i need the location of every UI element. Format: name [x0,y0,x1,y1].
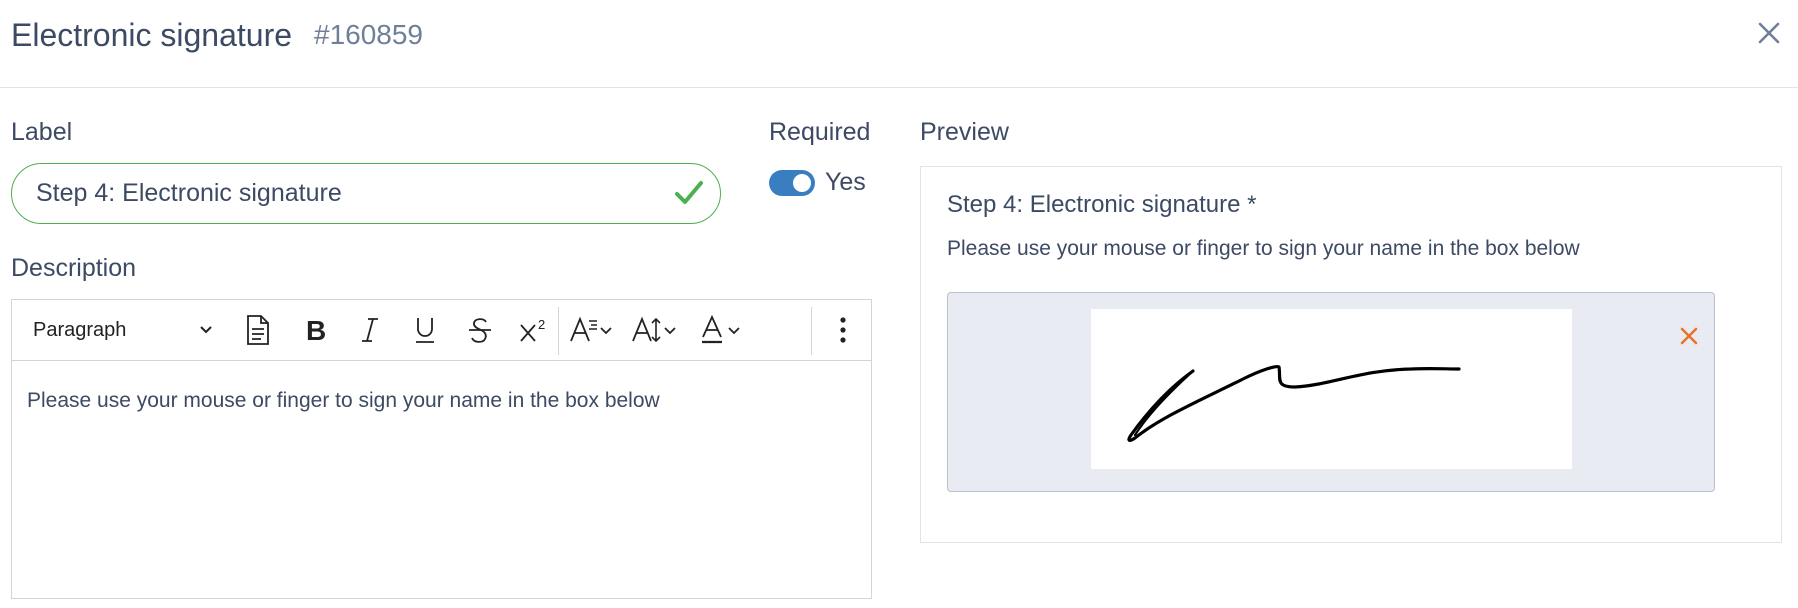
required-toggle[interactable] [769,170,815,196]
text-color-icon[interactable] [700,310,750,350]
document-icon[interactable] [238,310,278,350]
chevron-down-icon [200,326,212,334]
label-field [11,163,721,224]
block-format-select[interactable]: Paragraph [21,310,221,350]
block-format-value: Paragraph [33,318,127,341]
signature-canvas[interactable] [1091,309,1572,469]
preview-field-title: Step 4: Electronic signature * [947,191,1257,218]
editor-toolbar: Paragraph B 2 [12,300,871,361]
italic-icon[interactable] [350,310,390,350]
strikethrough-icon[interactable] [460,310,500,350]
text-style-icon[interactable] [568,310,618,350]
modal-title: Electronic signature [11,17,293,53]
ticket-id: #160859 [314,19,424,50]
bold-icon[interactable]: B [296,310,336,350]
font-size-icon[interactable] [630,310,682,350]
required-heading: Required [769,118,871,146]
signature-pad [947,292,1715,492]
preview-heading: Preview [920,118,1009,146]
modal-header: Electronic signature #160859 [0,0,1798,88]
svg-text:B: B [306,315,326,345]
svg-text:2: 2 [538,317,545,332]
label-input[interactable] [36,164,656,222]
preview-field-description: Please use your mouse or finger to sign … [947,237,1580,260]
preview-panel: Step 4: Electronic signature * Please us… [920,166,1782,543]
editor-content[interactable]: Please use your mouse or finger to sign … [27,389,660,413]
description-heading: Description [11,254,137,282]
toggle-knob [793,174,811,192]
close-icon[interactable] [1754,18,1784,48]
check-icon [674,179,704,207]
close-icon[interactable] [1675,322,1703,350]
label-heading: Label [11,118,73,146]
required-toggle-label: Yes [825,168,866,196]
more-options-icon[interactable] [828,310,858,350]
underline-icon[interactable] [405,310,445,350]
description-editor: Paragraph B 2 Please use your mouse or f… [11,299,872,599]
superscript-icon[interactable]: 2 [514,310,554,350]
signature-drawing [1127,364,1461,442]
